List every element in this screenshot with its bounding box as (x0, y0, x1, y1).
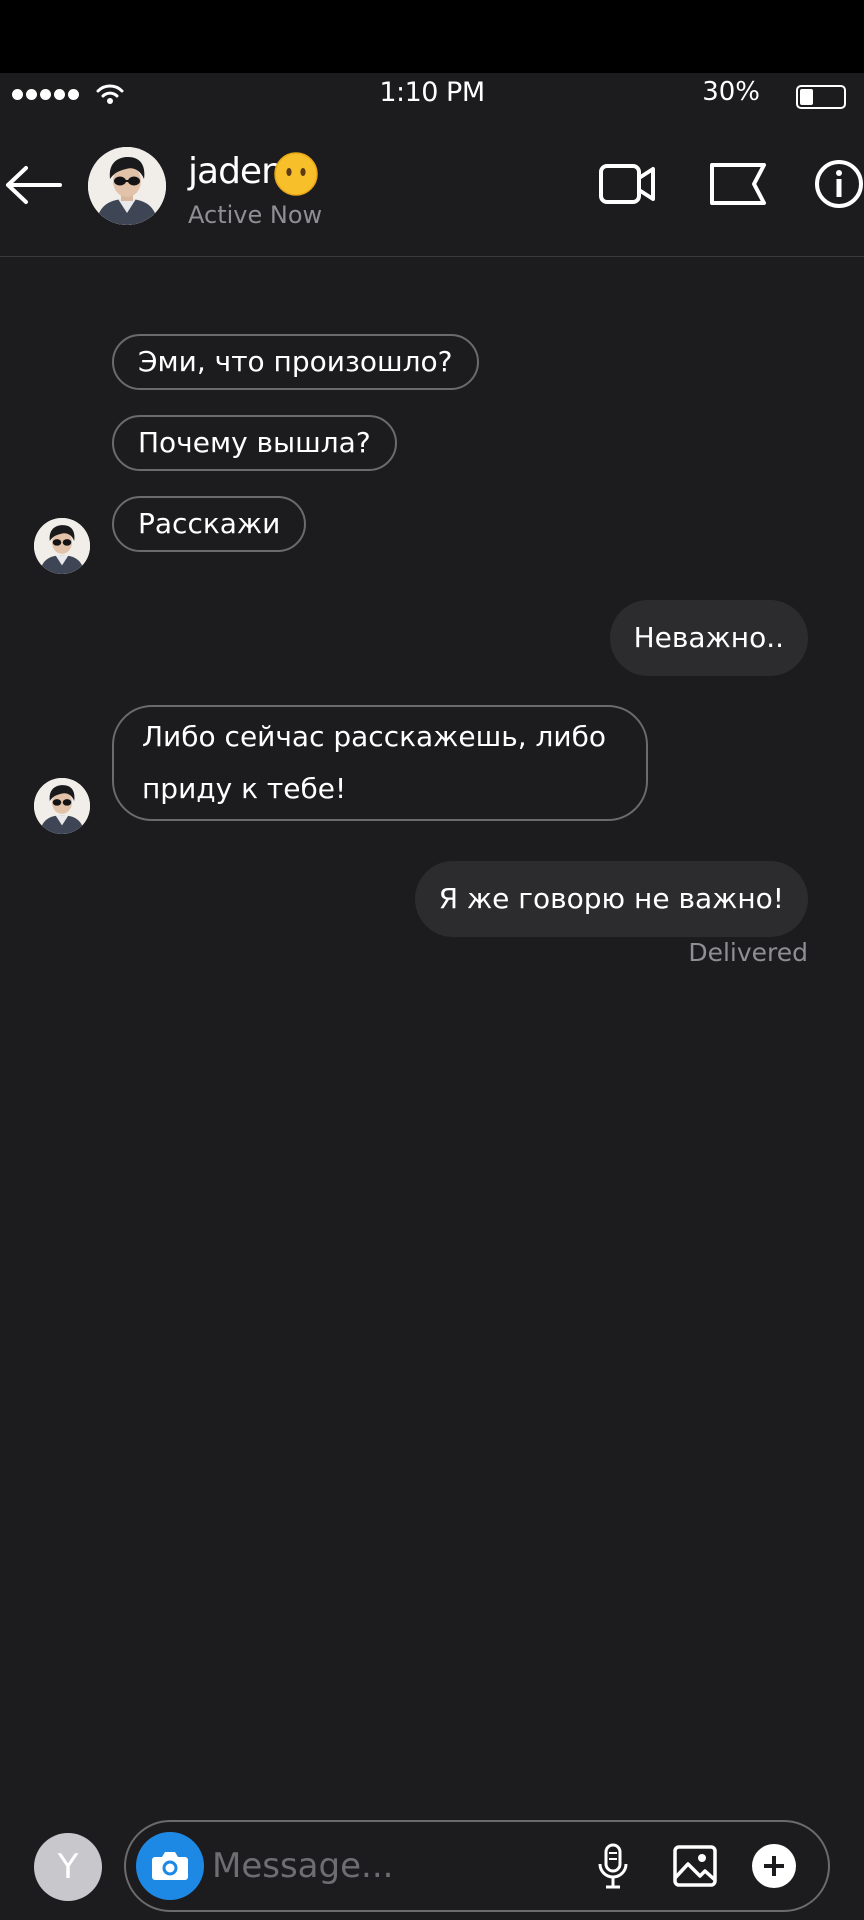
outgoing-message-bubble[interactable]: Неважно.. (609, 600, 808, 676)
face-without-mouth-emoji-icon (274, 152, 318, 196)
flag-icon[interactable] (708, 161, 768, 207)
incoming-message-bubble[interactable]: Эми, что произошло? (112, 334, 479, 390)
chat-header: jaden Active Now (0, 117, 864, 257)
user-avatar[interactable]: Y (34, 1833, 102, 1901)
video-camera-icon[interactable] (598, 161, 656, 207)
delivery-status: Delivered (688, 938, 808, 967)
contact-message-avatar (34, 778, 90, 834)
contact-avatar[interactable] (88, 147, 166, 225)
back-arrow-icon[interactable] (4, 165, 62, 205)
camera-icon (152, 1852, 188, 1880)
plus-icon[interactable] (752, 1844, 796, 1888)
battery-icon (796, 85, 846, 109)
incoming-message-bubble[interactable]: Либо сейчас расскажешь, либо приду к теб… (112, 705, 648, 821)
message-input[interactable] (212, 1838, 572, 1894)
status-bar: 1:10 PM 30% (0, 73, 864, 117)
info-icon[interactable] (814, 157, 864, 211)
incoming-message-bubble[interactable]: Почему вышла? (112, 415, 397, 471)
contact-name[interactable]: jaden (188, 151, 284, 192)
gallery-icon[interactable] (672, 1844, 718, 1888)
microphone-icon[interactable] (596, 1842, 630, 1890)
message-list: Эми, что произошло? Почему вышла? Расска… (0, 258, 864, 1798)
camera-button[interactable] (136, 1832, 204, 1900)
top-bezel (0, 0, 864, 73)
active-status: Active Now (188, 201, 323, 229)
incoming-message-bubble[interactable]: Расскажи (112, 496, 307, 552)
outgoing-message-bubble[interactable]: Я же говорю не важно! (414, 861, 808, 937)
battery-level-fill (800, 89, 813, 105)
contact-message-avatar (34, 518, 90, 574)
message-composer (124, 1820, 830, 1912)
battery-percentage: 30% (702, 77, 760, 107)
